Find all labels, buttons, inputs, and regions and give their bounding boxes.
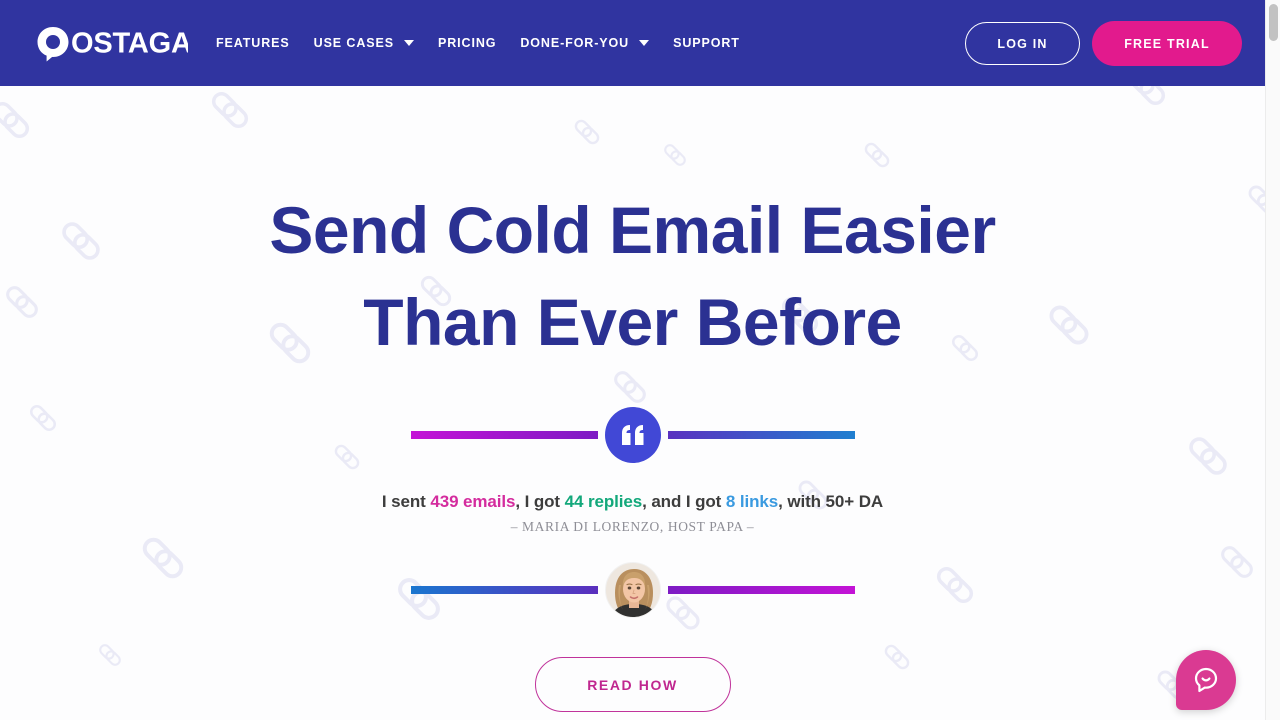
divider-bar-right-2 [667, 586, 855, 594]
chat-bubble-smile-icon [1194, 667, 1218, 693]
testimonial-text: I sent 439 emails, I got 44 replies, and… [0, 492, 1265, 512]
nav-item-done-for-you[interactable]: DONE-FOR-YOU [520, 36, 650, 50]
nav-item-use-cases[interactable]: USE CASES [314, 36, 414, 50]
testimonial-part-1: I sent [381, 492, 431, 511]
nav-label: DONE-FOR-YOU [520, 36, 630, 50]
header-actions: LOG IN FREE TRIAL [965, 21, 1242, 66]
quote-mark-icon [621, 425, 643, 445]
hero-section: Send Cold Email Easier Than Ever Before … [0, 86, 1265, 712]
user-avatar-photo [605, 563, 660, 617]
postaga-logo-icon: OSTAGA [37, 27, 188, 62]
nav-item-pricing[interactable]: PRICING [438, 36, 496, 50]
divider-bar-left [410, 431, 598, 439]
page-title: Send Cold Email Easier Than Ever Before [269, 193, 996, 359]
chat-widget-button[interactable] [1176, 650, 1236, 710]
testimonial-part-2: , I got [515, 492, 565, 511]
site-header: OSTAGA FEATURES USE CASES PRICING DONE-F… [0, 0, 1265, 86]
testimonial-replies-count: 44 replies [564, 492, 643, 511]
testimonial-emails-count: 439 emails [430, 492, 516, 511]
quote-badge [604, 407, 661, 463]
testimonial-links-count: 8 links [725, 492, 779, 511]
read-how-button[interactable]: READ HOW [534, 657, 731, 712]
nav-label: PRICING [437, 36, 497, 50]
testimonial-attribution: – MARIA DI LORENZO, HOST PAPA – [510, 519, 755, 534]
nav-label: FEATURES [216, 36, 290, 50]
postaga-logo[interactable]: OSTAGA [36, 26, 188, 62]
scrollbar-thumb[interactable] [1269, 4, 1278, 41]
nav-item-support[interactable]: SUPPORT [673, 36, 740, 50]
nav-label: USE CASES [313, 36, 394, 50]
divider-bar-right [667, 431, 855, 439]
avatar-divider-row [410, 559, 855, 621]
login-button[interactable]: LOG IN [965, 22, 1080, 65]
quote-divider-row [410, 404, 855, 466]
avatar [604, 562, 661, 618]
page-scrollbar[interactable] [1265, 0, 1280, 720]
testimonial-part-3: , and I got [642, 492, 726, 511]
chevron-down-icon [403, 40, 414, 46]
main-navigation: FEATURES USE CASES PRICING DONE-FOR-YOU … [216, 0, 740, 86]
free-trial-button[interactable]: FREE TRIAL [1092, 21, 1242, 66]
page-viewport: OSTAGA FEATURES USE CASES PRICING DONE-F… [0, 0, 1265, 720]
testimonial-part-4: , with 50+ DA [778, 492, 884, 511]
divider-bar-left-2 [410, 586, 598, 594]
nav-label: SUPPORT [673, 36, 740, 50]
nav-item-features[interactable]: FEATURES [216, 36, 290, 50]
svg-text:OSTAGA: OSTAGA [71, 28, 188, 60]
chevron-down-icon [639, 40, 650, 46]
